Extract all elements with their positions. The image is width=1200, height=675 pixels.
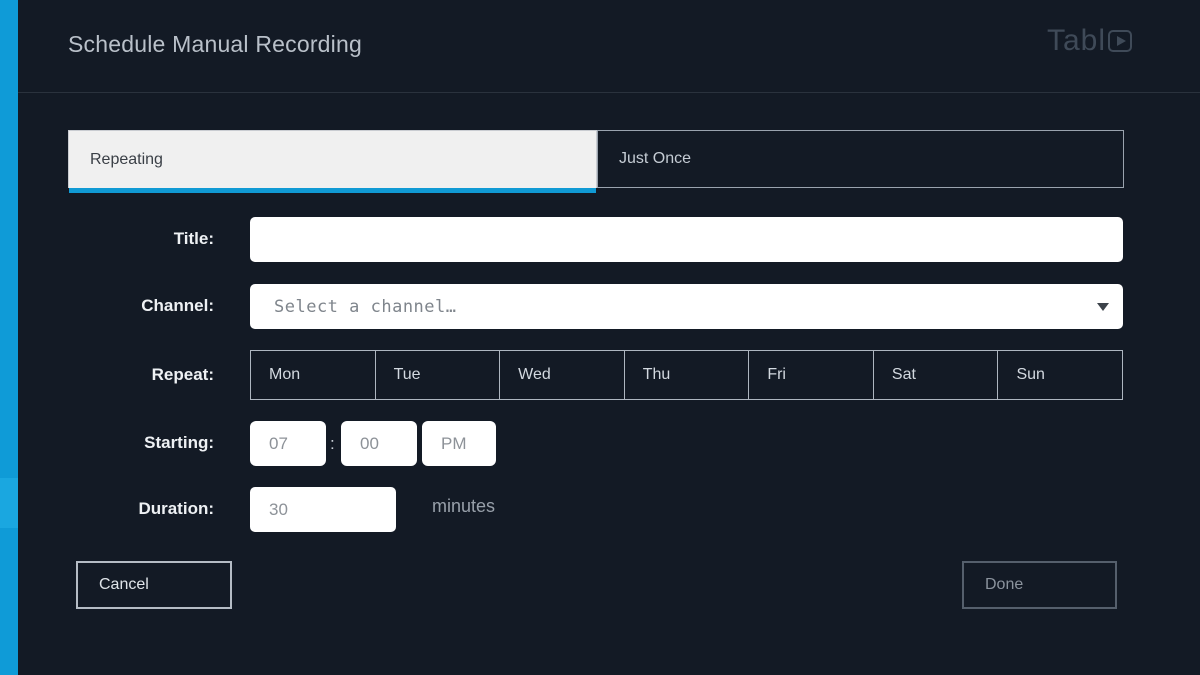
day-label: Wed: [518, 366, 551, 383]
day-toggle-sun[interactable]: Sun: [998, 351, 1123, 399]
start-meridiem-input[interactable]: PM: [422, 421, 496, 466]
duration-input[interactable]: 30: [250, 487, 396, 532]
day-label: Mon: [269, 366, 301, 383]
repeat-day-selector: Mon Tue Wed Thu Fri Sat Sun: [250, 350, 1123, 400]
title-label: Title:: [173, 229, 214, 248]
chevron-down-icon: [1097, 303, 1109, 311]
repeat-label: Repeat:: [151, 365, 214, 384]
page-title: Schedule Manual Recording: [68, 31, 362, 57]
recording-type-tabs: Repeating Just Once: [68, 130, 1124, 193]
start-hour-value: 07: [269, 433, 288, 453]
tablo-logo: Tabl: [1047, 26, 1132, 56]
day-toggle-wed[interactable]: Wed: [500, 351, 625, 399]
start-minute-value: 00: [360, 433, 379, 453]
time-separator: :: [330, 434, 335, 453]
channel-select[interactable]: Select a channel…: [250, 284, 1123, 329]
day-label: Tue: [393, 366, 421, 383]
day-toggle-sat[interactable]: Sat: [873, 351, 999, 399]
tab-repeating[interactable]: Repeating: [68, 130, 597, 193]
day-toggle-tue[interactable]: Tue: [375, 351, 501, 399]
tab-just-once-label: Just Once: [619, 150, 692, 167]
day-label: Sat: [891, 366, 916, 383]
starting-label: Starting:: [144, 433, 214, 452]
left-accent-rail: [0, 0, 18, 675]
done-button[interactable]: Done: [962, 561, 1117, 609]
duration-input-value: 30: [269, 499, 288, 519]
channel-label: Channel:: [141, 296, 214, 315]
cancel-button-label: Cancel: [99, 576, 149, 593]
duration-label: Duration:: [138, 499, 214, 518]
cancel-button[interactable]: Cancel: [76, 561, 232, 609]
rail-segment-highlight: [0, 478, 18, 528]
day-label: Fri: [767, 366, 786, 383]
schedule-manual-recording-screen: Schedule Manual Recording Tabl Repeating…: [0, 0, 1200, 675]
done-button-label: Done: [985, 576, 1024, 593]
day-label: Sun: [1016, 366, 1045, 383]
start-meridiem-value: PM: [441, 433, 467, 453]
tab-repeating-label: Repeating: [90, 150, 163, 168]
header-bar: Schedule Manual Recording Tabl: [18, 0, 1200, 93]
logo-wordmark: Tabl: [1046, 24, 1106, 57]
channel-select-placeholder: Select a channel…: [274, 296, 457, 317]
title-input[interactable]: [250, 217, 1123, 262]
day-toggle-thu[interactable]: Thu: [624, 351, 750, 399]
day-toggle-fri[interactable]: Fri: [749, 351, 874, 399]
day-toggle-mon[interactable]: Mon: [251, 351, 376, 399]
day-label: Thu: [642, 366, 671, 383]
start-hour-input[interactable]: 07: [250, 421, 326, 466]
play-in-circle-icon: [1108, 30, 1132, 52]
tab-just-once[interactable]: Just Once: [597, 130, 1124, 188]
duration-units-label: minutes: [432, 496, 496, 516]
start-minute-input[interactable]: 00: [341, 421, 417, 466]
